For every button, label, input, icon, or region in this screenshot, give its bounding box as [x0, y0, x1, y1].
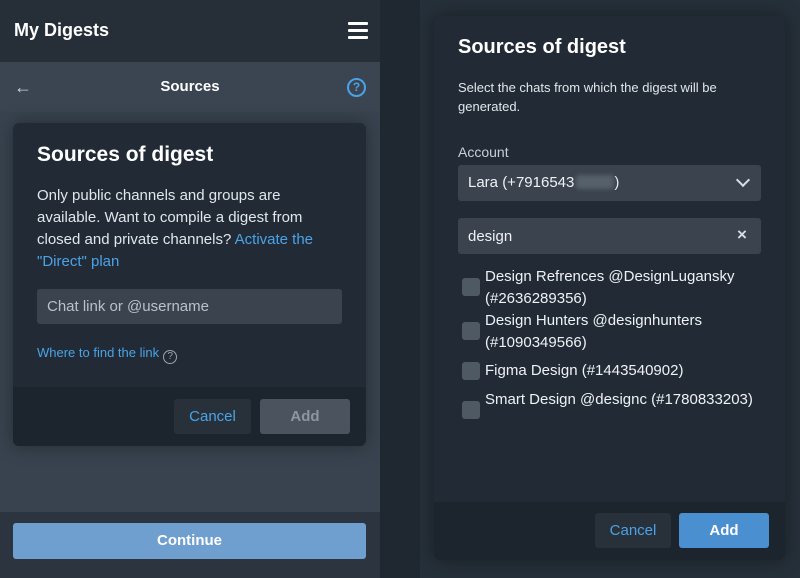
chat-checkbox[interactable] [462, 362, 480, 380]
dialog-footer: Cancel Add [434, 502, 785, 560]
chat-checkbox[interactable] [462, 322, 480, 340]
chat-search-box: × [458, 218, 761, 254]
chat-checkbox[interactable] [462, 278, 480, 296]
hamburger-menu-icon[interactable] [348, 22, 368, 40]
sources-dialog-simple: Sources of digest Only public channels a… [13, 123, 366, 446]
chat-label: Smart Design @designc (#1780833203) [485, 391, 753, 408]
app-title: My Digests [14, 20, 110, 40]
chat-label: Figma Design (#1443540902) [485, 362, 684, 379]
chat-search-input[interactable] [458, 218, 728, 254]
dialog-footer: Cancel Add [13, 387, 366, 446]
chevron-down-icon [735, 172, 751, 188]
where-to-find-label[interactable]: Where to find the link [37, 345, 159, 360]
dialog-title: Sources of digest [458, 36, 626, 58]
add-button[interactable]: Add [679, 513, 769, 548]
account-value-suffix: ) [614, 174, 620, 191]
dialog-title: Sources of digest [37, 143, 214, 166]
redacted-phone-digits [576, 175, 615, 189]
dialog-description: Only public channels and groups are avai… [37, 185, 347, 273]
account-value: Lara (+7916543) [468, 174, 619, 191]
account-value-prefix: Lara (+7916543 [468, 174, 575, 191]
chat-label: Design Hunters @designhunters (#10903495… [485, 312, 703, 351]
chat-label: Design Refrences @DesignLugansky (#26362… [485, 268, 735, 307]
app-header: My Digests [0, 0, 380, 62]
question-circle-icon: ? [163, 350, 178, 364]
continue-button[interactable]: Continue [13, 523, 366, 559]
nav-bar: ← Sources ? [0, 62, 380, 112]
close-icon[interactable]: × [733, 226, 751, 244]
chat-checkbox[interactable] [462, 401, 480, 419]
cancel-button[interactable]: Cancel [174, 399, 251, 434]
account-select[interactable]: Lara (+7916543) [458, 165, 761, 201]
where-to-find-link[interactable]: Where to find the link? [37, 345, 178, 364]
account-label: Account [458, 144, 509, 160]
chat-link-input[interactable] [37, 289, 342, 324]
page-title: Sources [160, 78, 220, 95]
right-pane: Sources of digest Select the chats from … [420, 0, 800, 578]
cancel-button[interactable]: Cancel [595, 513, 671, 548]
sources-dialog-account: Sources of digest Select the chats from … [434, 16, 785, 560]
bottom-bar: Continue [0, 512, 380, 578]
question-circle-icon[interactable]: ? [347, 78, 366, 97]
dialog-description: Select the chats from which the digest w… [458, 80, 717, 114]
pane-divider [380, 0, 420, 578]
left-pane: My Digests ← Sources ? Sources of digest… [0, 0, 380, 578]
add-button[interactable]: Add [260, 399, 350, 434]
